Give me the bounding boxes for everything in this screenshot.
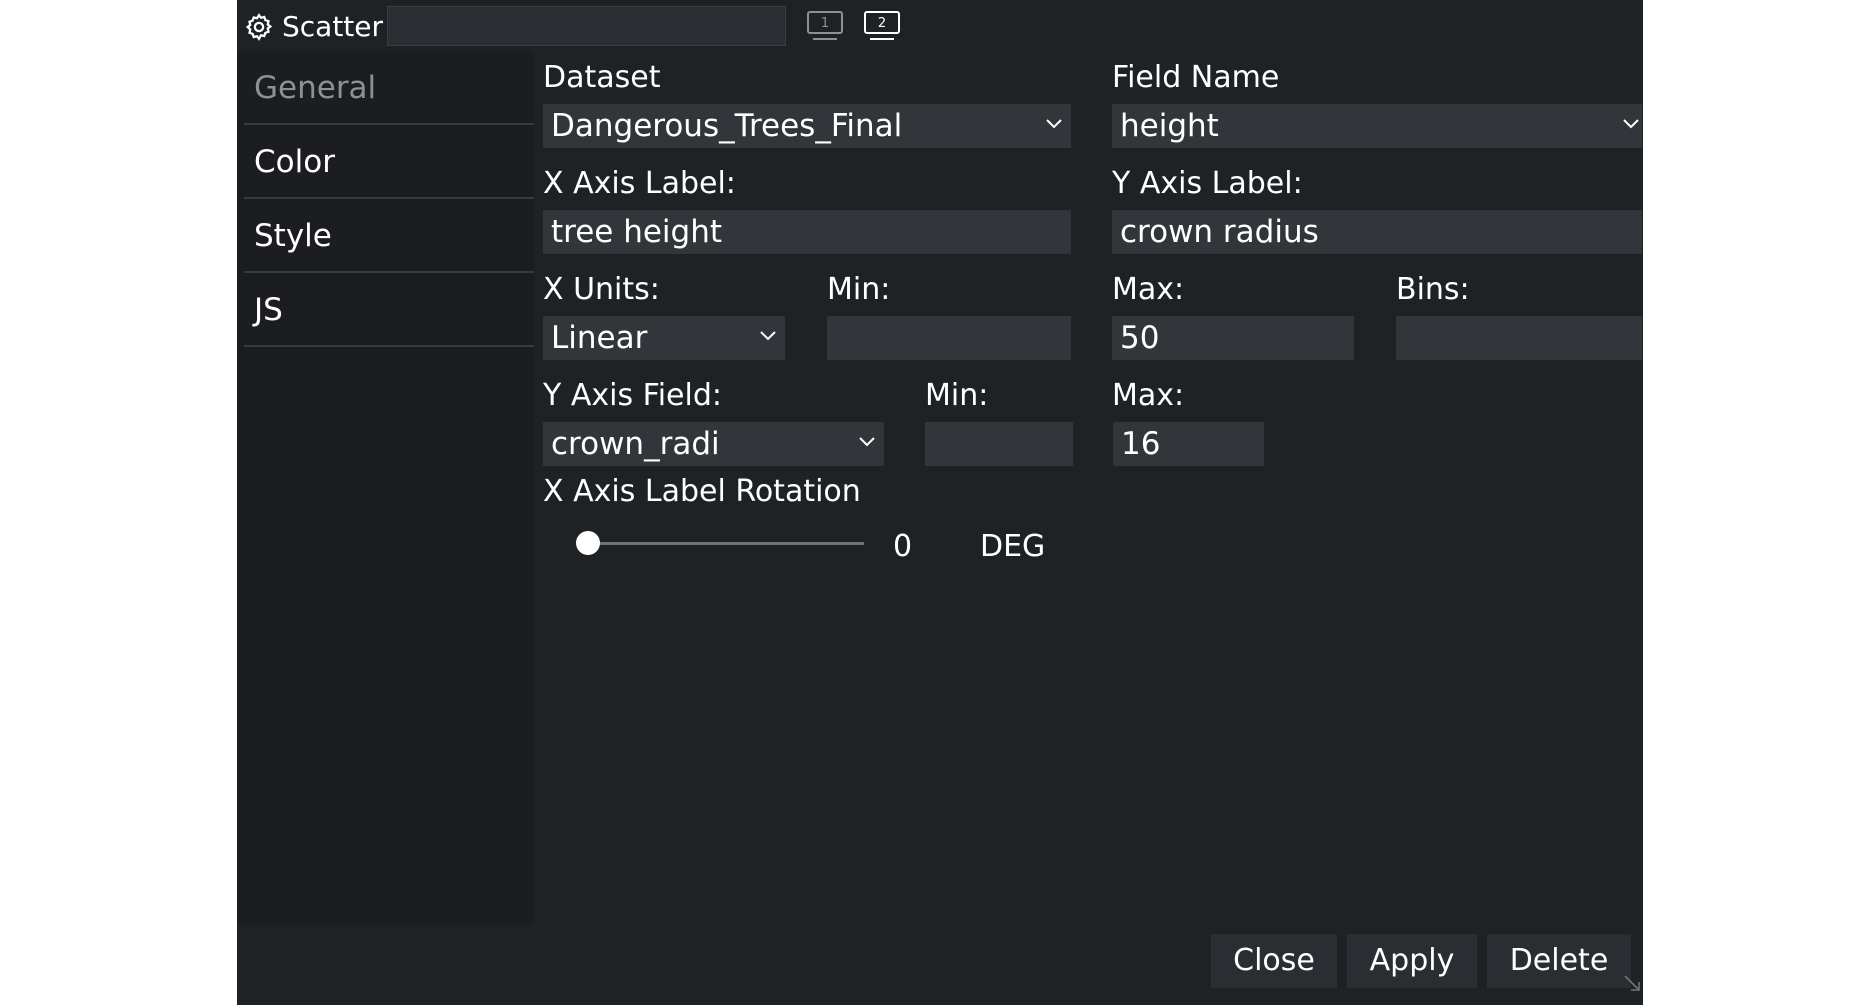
rotation-unit: DEG — [980, 529, 1046, 564]
x-axis-label-rotation-label: X Axis Label Rotation — [543, 474, 861, 509]
title-bar: Scatter 1 2 — [237, 0, 1643, 52]
gear-icon[interactable] — [244, 12, 274, 42]
field-name-value: height — [1120, 108, 1219, 144]
x-max-input[interactable]: 50 — [1112, 316, 1354, 360]
screen-1-icon[interactable]: 1 — [805, 10, 845, 44]
bins-label: Bins: — [1396, 272, 1470, 307]
rotation-slider-thumb[interactable] — [576, 531, 600, 555]
chevron-down-icon — [1623, 119, 1639, 129]
y-min-input[interactable] — [925, 422, 1073, 466]
sidebar-item-color[interactable]: Color — [244, 126, 534, 199]
y-max-label: Max: — [1112, 378, 1185, 413]
window-title: Scatter — [282, 10, 384, 43]
rotation-slider-track[interactable] — [588, 542, 864, 545]
x-max-label: Max: — [1112, 272, 1185, 307]
x-min-input[interactable] — [827, 316, 1071, 360]
x-units-value: Linear — [551, 320, 648, 356]
y-min-label: Min: — [925, 378, 989, 413]
screen-2-icon[interactable]: 2 — [862, 10, 902, 44]
y-axis-field-select[interactable]: crown_radi — [543, 422, 884, 466]
y-axis-label-input[interactable]: crown radius — [1112, 210, 1642, 254]
y-axis-field-value: crown_radi — [551, 426, 720, 462]
chevron-down-icon — [1046, 119, 1062, 129]
scatter-settings-dialog: Scatter 1 2 General Color Style JS Datas… — [237, 0, 1643, 1005]
rotation-value: 0 — [893, 529, 913, 564]
y-max-input[interactable]: 16 — [1113, 422, 1264, 466]
chevron-down-icon — [859, 437, 875, 447]
close-button[interactable]: Close — [1211, 934, 1337, 988]
y-axis-label-label: Y Axis Label: — [1112, 166, 1303, 201]
x-units-label: X Units: — [543, 272, 660, 307]
dataset-select[interactable]: Dangerous_Trees_Final — [543, 104, 1071, 148]
x-min-label: Min: — [827, 272, 891, 307]
apply-button[interactable]: Apply — [1347, 934, 1477, 988]
title-input[interactable] — [387, 6, 786, 46]
field-name-select[interactable]: height — [1112, 104, 1642, 148]
screen-1-label: 1 — [821, 16, 829, 31]
chevron-down-icon — [760, 331, 776, 341]
sidebar-item-style[interactable]: Style — [244, 200, 534, 273]
delete-button[interactable]: Delete — [1487, 934, 1631, 988]
resize-handle-icon[interactable] — [1623, 974, 1641, 992]
x-axis-label-label: X Axis Label: — [543, 166, 736, 201]
sidebar-item-js[interactable]: JS — [244, 274, 534, 347]
x-axis-label-input[interactable]: tree height — [543, 210, 1071, 254]
field-name-label: Field Name — [1112, 60, 1280, 95]
bins-input[interactable] — [1396, 316, 1642, 360]
screen-2-label: 2 — [878, 16, 886, 31]
dataset-label: Dataset — [543, 60, 661, 95]
sidebar-item-general[interactable]: General — [244, 52, 534, 125]
dataset-value: Dangerous_Trees_Final — [551, 108, 903, 144]
y-axis-field-label: Y Axis Field: — [543, 378, 722, 413]
settings-sidebar: General Color Style JS — [237, 52, 534, 924]
x-units-select[interactable]: Linear — [543, 316, 785, 360]
